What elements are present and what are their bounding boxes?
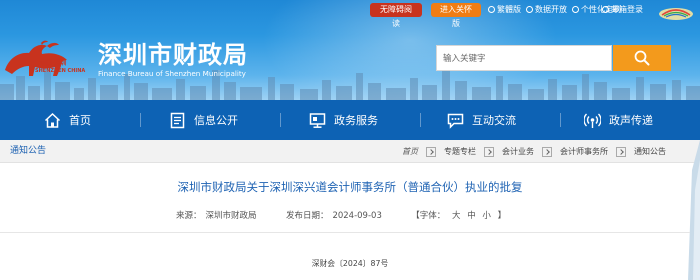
elder-mode-button[interactable]: 进入关怀版 xyxy=(431,3,481,28)
article-meta: 来源： 深圳市财政局 发布日期： 2024-09-03 【字体： 大 中 小 】 xyxy=(176,211,510,222)
nav-broadcast-label: 政声传递 xyxy=(609,114,653,127)
traditional-chinese-link[interactable]: 繁體版 xyxy=(488,3,521,17)
accessible-reading-button[interactable]: 无障碍阅读 xyxy=(370,3,422,28)
top-bar: 无障碍阅读 进入关怀版 繁體版 数据开放 个性化定制 邮箱登录 xyxy=(0,3,700,28)
chat-icon xyxy=(447,113,464,129)
logo-small-en: SHENZHEN CHINA xyxy=(35,68,86,74)
chevron-right-icon xyxy=(542,146,552,157)
breadcrumb-home[interactable]: 首页 xyxy=(402,146,418,157)
breadcrumb-item-firms[interactable]: 会计师事务所 xyxy=(560,146,608,157)
breadcrumb: 首页 专题专栏 会计业务 会计师事务所 通知公告 xyxy=(402,140,666,163)
nav-item-interaction[interactable]: 互动交流 xyxy=(447,100,516,140)
search-icon xyxy=(634,50,650,66)
font-size-label: 【字体： xyxy=(411,211,446,221)
nav-item-home[interactable]: 首页 xyxy=(44,100,91,140)
nav-divider xyxy=(140,113,141,127)
chevron-right-icon xyxy=(484,146,494,157)
chevron-right-icon xyxy=(426,146,436,157)
site-subtitle: Finance Bureau of Shenzhen Municipality xyxy=(98,69,246,78)
breadcrumb-item-notices[interactable]: 通知公告 xyxy=(634,146,666,157)
nav-divider xyxy=(420,113,421,127)
nav-divider xyxy=(560,113,561,127)
nav-home-label: 首页 xyxy=(69,114,91,127)
breadcrumb-bar: 通知公告 首页 专题专栏 会计业务 会计师事务所 通知公告 xyxy=(0,140,700,163)
chevron-right-icon xyxy=(616,146,626,157)
search-box xyxy=(436,45,612,71)
site-title[interactable]: 深圳市财政局 xyxy=(98,42,248,68)
nav-info-label: 信息公开 xyxy=(194,114,238,127)
data-icon xyxy=(526,6,533,13)
nav-divider xyxy=(280,113,281,127)
font-size-small-button[interactable]: 小 xyxy=(482,211,491,221)
source-label: 来源： xyxy=(176,211,202,221)
section-title: 通知公告 xyxy=(10,146,47,156)
breadcrumb-item-accounting[interactable]: 会计业务 xyxy=(502,146,534,157)
logo-small-cn: 中国·深圳 xyxy=(40,60,67,67)
document-number: 深财会〔2024〕87号 xyxy=(311,259,389,268)
home-icon xyxy=(44,112,61,128)
mail-login-label: 邮箱登录 xyxy=(611,5,643,14)
divider xyxy=(0,232,690,233)
nav-item-info-disclosure[interactable]: 信息公开 xyxy=(169,100,238,140)
article-title: 深圳市财政局关于深圳深兴道会计师事务所（普通合伙）执业的批复 xyxy=(177,180,523,194)
document-icon xyxy=(170,112,185,128)
nav-item-broadcast[interactable]: 政声传递 xyxy=(584,100,653,140)
main-nav: 首页 信息公开 政务服务 互动交流 政声传递 xyxy=(0,100,700,140)
search-input[interactable] xyxy=(437,47,611,71)
monitor-icon xyxy=(309,112,326,128)
mail-login-link[interactable]: 邮箱登录 xyxy=(602,3,643,17)
font-size-close: 】 xyxy=(497,211,507,221)
site-header: 无障碍阅读 进入关怀版 繁體版 数据开放 个性化定制 邮箱登录 中国·深圳 SH… xyxy=(0,0,700,100)
nav-item-gov-services[interactable]: 政务服务 xyxy=(309,100,378,140)
source-value: 深圳市财政局 xyxy=(205,211,257,221)
language-icon xyxy=(488,6,495,13)
user-icon xyxy=(572,6,579,13)
nav-interaction-label: 互动交流 xyxy=(472,114,516,127)
date-value: 2024-09-03 xyxy=(332,211,382,221)
date-label: 发布日期： xyxy=(285,211,329,221)
traditional-chinese-label: 繁體版 xyxy=(497,5,521,14)
broadcast-icon xyxy=(584,113,601,128)
open-data-label: 数据开放 xyxy=(535,5,567,14)
open-data-link[interactable]: 数据开放 xyxy=(526,3,567,17)
mail-icon xyxy=(602,6,609,13)
search-button[interactable] xyxy=(613,45,671,71)
font-size-large-button[interactable]: 大 xyxy=(452,211,461,221)
emblem-logo xyxy=(659,8,693,20)
nav-services-label: 政务服务 xyxy=(334,114,378,127)
breadcrumb-item-topics[interactable]: 专题专栏 xyxy=(444,146,476,157)
font-size-medium-button[interactable]: 中 xyxy=(467,211,476,221)
